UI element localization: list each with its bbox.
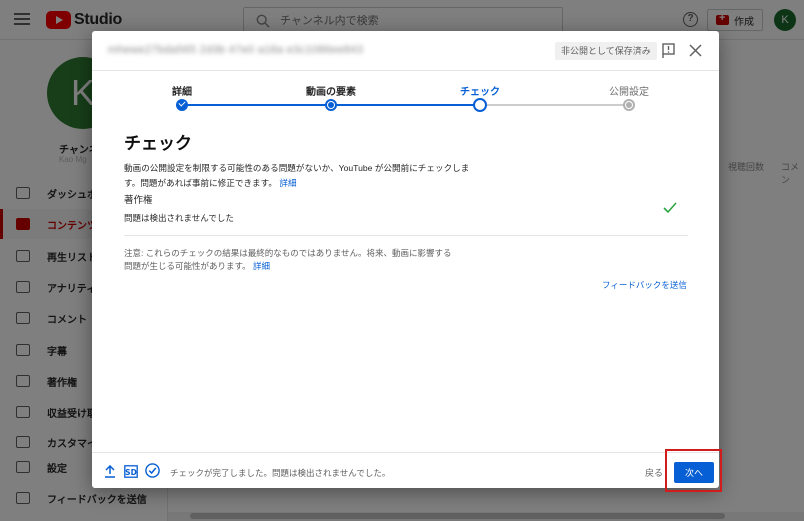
checks-description: 動画の公開設定を制限する可能性のある問題がないか、YouTube が公開前にチェ…: [124, 161, 476, 191]
dialog-header: mhewe27bda565 2d3b 47e0 a18a e3c1086ee84…: [92, 31, 719, 71]
sd-quality-icon[interactable]: SD: [124, 465, 138, 478]
back-button[interactable]: 戻る: [645, 466, 663, 479]
step-visibility-dot[interactable]: [623, 99, 635, 111]
dialog-title: mhewe27bda565 2d3b 47e0 a18a e3c1086ee84…: [108, 44, 364, 56]
step-checks-label[interactable]: チェック: [460, 83, 500, 98]
checks-status-text: チェックが完了しました。問題は検出されませんでした。: [170, 468, 391, 478]
next-button-highlight: [665, 449, 722, 492]
checks-complete-icon[interactable]: [145, 463, 160, 478]
dialog-footer: SD チェックが完了しました。問題は検出されませんでした。 戻る 次へ: [92, 452, 719, 488]
section-divider: [124, 235, 688, 236]
report-flag-icon[interactable]: [662, 43, 676, 59]
copyright-section-title: 著作権: [124, 195, 153, 206]
step-elements-dot[interactable]: [325, 99, 337, 111]
learn-more-link[interactable]: 詳細: [279, 178, 296, 188]
disclaimer-note: 注意: これらのチェックの結果は最終的なものではありません。将来、動画に影響する…: [124, 247, 454, 273]
step-details-check-icon[interactable]: [176, 99, 188, 111]
stepper-remaining-line: [480, 104, 629, 106]
disclaimer-text: 注意: これらのチェックの結果は最終的なものではありません。将来、動画に影響する…: [124, 248, 452, 271]
step-details-label[interactable]: 詳細: [172, 83, 192, 98]
step-elements-label[interactable]: 動画の要素: [306, 83, 356, 98]
page-title: チェック: [124, 134, 192, 153]
step-visibility-label[interactable]: 公開設定: [609, 83, 649, 98]
upload-icon[interactable]: [104, 465, 116, 478]
send-feedback-link[interactable]: フィードバックを送信: [602, 279, 687, 291]
step-checks-dot[interactable]: [473, 98, 487, 112]
check-icon: [663, 202, 677, 214]
checks-content: チェック 動画の公開設定を制限する可能性のある問題がないか、YouTube が公…: [124, 129, 690, 191]
upload-dialog: mhewe27bda565 2d3b 47e0 a18a e3c1086ee84…: [92, 31, 719, 488]
copyright-result: 問題は検出されませんでした: [124, 213, 234, 223]
upload-stepper: 詳細 動画の要素 チェック 公開設定: [92, 71, 719, 121]
svg-text:SD: SD: [125, 468, 137, 477]
disclaimer-learn-more-link[interactable]: 詳細: [253, 261, 270, 271]
draft-status-badge: 非公開として保存済み: [555, 42, 657, 60]
close-icon[interactable]: [689, 44, 702, 57]
